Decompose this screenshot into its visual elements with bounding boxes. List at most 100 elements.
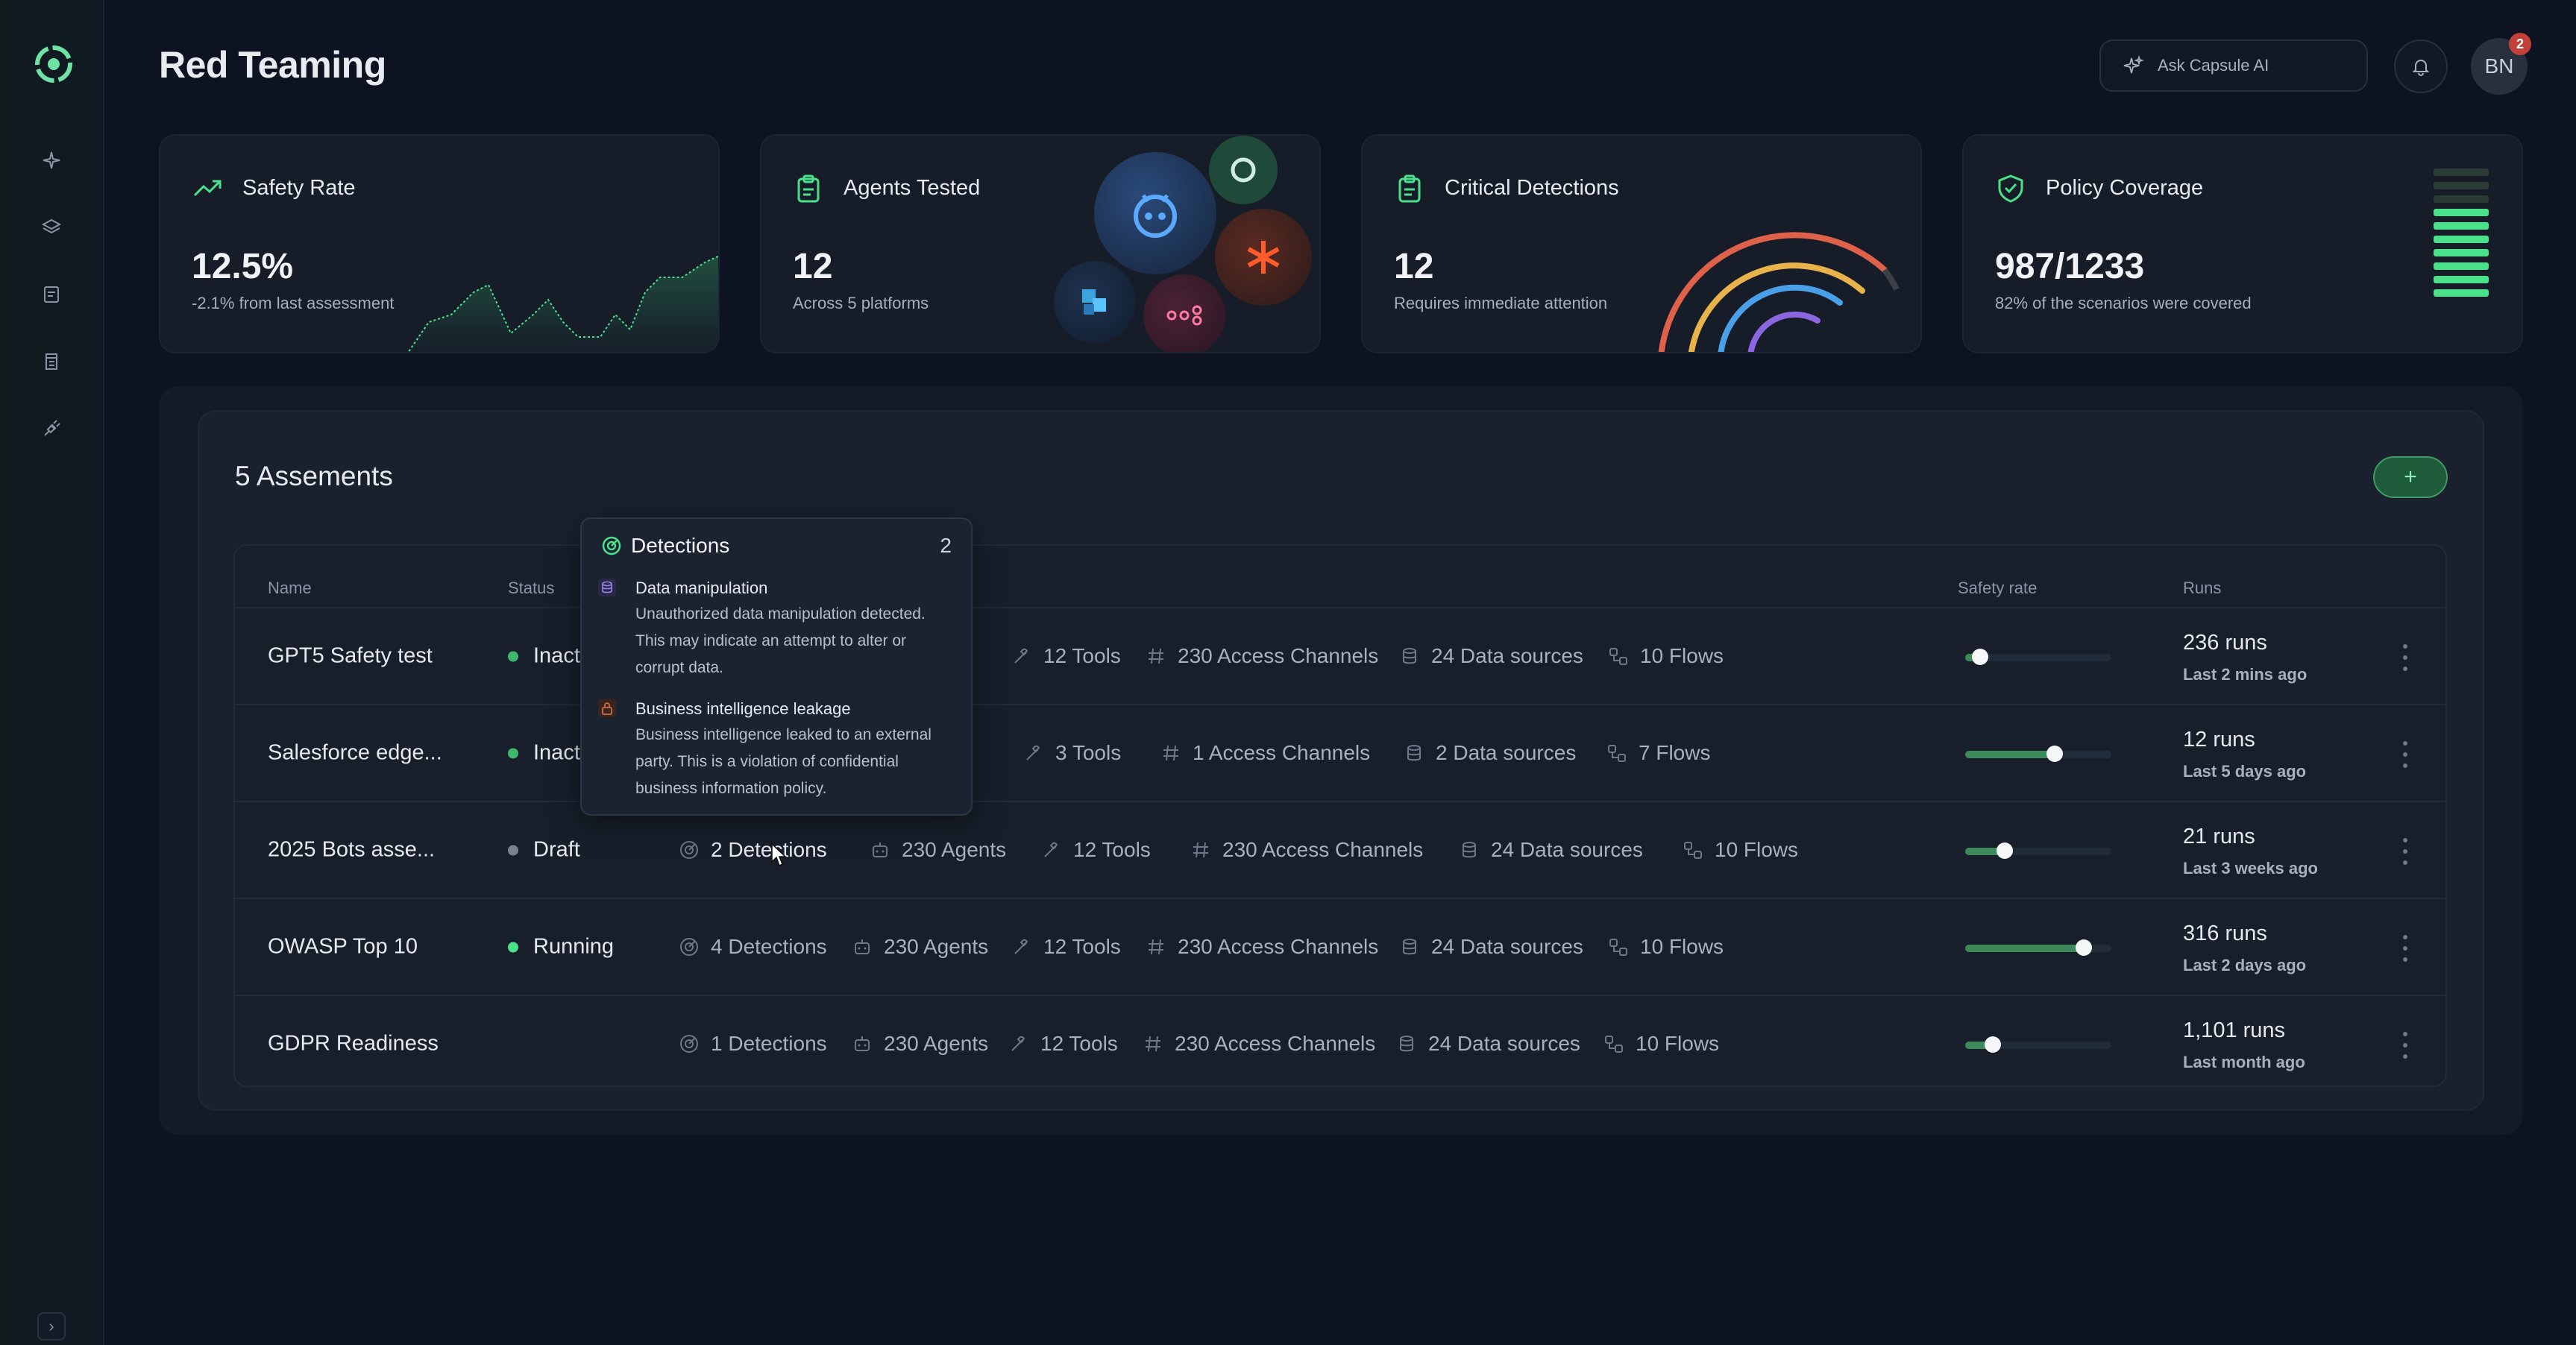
meta-label: 24 Data sources <box>1491 838 1643 861</box>
meta-label: 1 Access Channels <box>1193 741 1371 764</box>
meta-label: 2 Detections <box>711 838 827 861</box>
report-nav-icon[interactable] <box>39 282 64 307</box>
tooltip-item-description: Business intelligence leaked to an exter… <box>635 726 932 797</box>
table-row[interactable]: GPT5 Safety testInactnts12 Tools230 Acce… <box>235 607 2445 704</box>
safety-rate-bar <box>1965 939 2111 956</box>
table-row[interactable]: Salesforce edge...Inactnts3 Tools1 Acces… <box>235 704 2445 801</box>
table-row[interactable]: 2025 Bots asse... Draft 2 Detections 230 Ag… <box>235 801 2445 898</box>
card-title: Safety Rate <box>242 176 356 200</box>
meta-label: 10 Flows <box>1640 644 1724 667</box>
safety-rate-knob <box>1971 649 1988 665</box>
meta-flows: 10 Flows <box>1682 838 1798 862</box>
status-dot <box>508 748 518 759</box>
table-row[interactable]: GDPR Readiness 1 Detections 230 Agents 12 T… <box>235 995 2445 1086</box>
meta-agents: 230 Agents <box>851 935 988 959</box>
meta-detections[interactable]: 1 Detections <box>678 1032 827 1056</box>
flow-icon <box>1166 305 1202 326</box>
wrench-icon <box>1011 645 1033 667</box>
column-header-status[interactable]: Status <box>508 579 554 598</box>
clipboard-icon <box>797 174 820 203</box>
layers-nav-icon[interactable] <box>39 215 64 240</box>
wrench-icon <box>1040 839 1063 861</box>
tooltip-item-title: Business intelligence leakage <box>635 699 851 718</box>
column-header-safety-rate[interactable]: Safety rate <box>1958 579 2037 598</box>
shield-check-icon <box>1998 174 2023 203</box>
radar-icon <box>678 839 700 861</box>
platform-bubble-bot <box>1094 152 1216 274</box>
meta-tools: 12 Tools <box>1008 1032 1118 1056</box>
flow-icon <box>1603 1033 1625 1055</box>
sparkle-nav-icon[interactable] <box>39 148 64 173</box>
assessment-name[interactable]: GDPR Readiness <box>268 1032 439 1056</box>
row-menu-icon[interactable] <box>2398 644 2413 671</box>
row-menu-icon[interactable] <box>2398 935 2413 962</box>
agents-tested-card: Agents Tested 12 Across 5 platforms <box>760 134 1321 353</box>
meta-channels: 230 Access Channels <box>1145 935 1378 959</box>
status-label: Inact <box>533 740 580 765</box>
database-icon <box>1458 839 1480 861</box>
hash-icon <box>1142 1033 1164 1055</box>
assessment-name[interactable]: OWASP Top 10 <box>268 935 418 960</box>
card-title: Agents Tested <box>844 176 981 200</box>
meta-detections[interactable]: 2 Detections <box>678 838 827 862</box>
wrench-icon <box>1022 742 1045 764</box>
coverage-bar <box>2434 209 2489 216</box>
meta-label: 4 Detections <box>711 935 827 958</box>
table-row[interactable]: OWASP Top 10 Running 4 Detections 230 Agent… <box>235 898 2445 995</box>
platform-bubble-user <box>1209 136 1278 204</box>
status-label: Running <box>533 934 615 959</box>
flow-icon <box>1607 936 1630 958</box>
card-title: Policy Coverage <box>2046 176 2204 200</box>
ask-ai-button[interactable]: Ask Capsule AI <box>2099 40 2368 92</box>
meta-data-sources: 24 Data sources <box>1395 1032 1580 1056</box>
robot-icon <box>851 936 873 958</box>
safety-rate-bar <box>1965 746 2111 762</box>
flow-icon <box>1682 839 1704 861</box>
expand-sidebar-button[interactable]: › <box>37 1312 66 1341</box>
meta-label: 2 Data sources <box>1436 741 1577 764</box>
plug-nav-icon[interactable] <box>39 416 64 441</box>
row-menu-icon[interactable] <box>2398 1032 2413 1059</box>
column-header-runs[interactable]: Runs <box>2183 579 2221 598</box>
assessment-name[interactable]: 2025 Bots asse... <box>268 838 435 863</box>
status-badge: Inact <box>508 644 580 669</box>
safety-rate-knob <box>2075 939 2092 956</box>
database-icon <box>1398 645 1421 667</box>
notifications-button[interactable] <box>2394 40 2448 93</box>
ask-ai-label: Ask Capsule AI <box>2158 56 2269 75</box>
document-nav-icon[interactable] <box>39 349 64 374</box>
safety-rate-bar <box>1965 842 2111 859</box>
safety-rate-fill <box>1965 751 2055 758</box>
row-menu-icon[interactable] <box>2398 741 2413 768</box>
assessment-name[interactable]: Salesforce edge... <box>268 741 442 766</box>
hash-icon <box>1190 839 1212 861</box>
sidebar: › <box>0 0 104 1345</box>
add-assessment-button[interactable]: + <box>2373 456 2448 498</box>
runs-count: 236 runs <box>2183 631 2267 655</box>
card-value: 987/1233 <box>1995 247 2145 286</box>
status-badge: Draft <box>508 838 580 863</box>
assessment-name[interactable]: GPT5 Safety test <box>268 644 433 669</box>
status-dot <box>508 942 518 953</box>
meta-label: 230 Access Channels <box>1178 935 1379 958</box>
meta-channels: 230 Access Channels <box>1145 644 1378 668</box>
coverage-bar <box>2434 289 2489 297</box>
card-title: Critical Detections <box>1445 176 1619 200</box>
runs-count: 21 runs <box>2183 825 2255 848</box>
avatar-initials: BN <box>2484 54 2514 78</box>
meta-flows: 10 Flows <box>1603 1032 1719 1056</box>
column-header-name[interactable]: Name <box>268 579 312 598</box>
flow-icon <box>1607 645 1630 667</box>
notification-badge: 2 <box>2509 33 2531 55</box>
meta-label: 230 Access Channels <box>1178 644 1379 667</box>
robot-icon <box>851 1033 873 1055</box>
meta-detections[interactable]: 4 Detections <box>678 935 827 959</box>
database-icon <box>1403 742 1425 764</box>
meta-label: 24 Data sources <box>1431 644 1583 667</box>
app-logo-icon[interactable] <box>33 43 75 85</box>
runs-last-time: Last 2 days ago <box>2183 956 2307 974</box>
safety-rate-knob <box>1985 1036 2002 1053</box>
row-menu-icon[interactable] <box>2398 838 2413 865</box>
radar-icon <box>678 1033 700 1055</box>
status-label: Draft <box>533 837 580 862</box>
